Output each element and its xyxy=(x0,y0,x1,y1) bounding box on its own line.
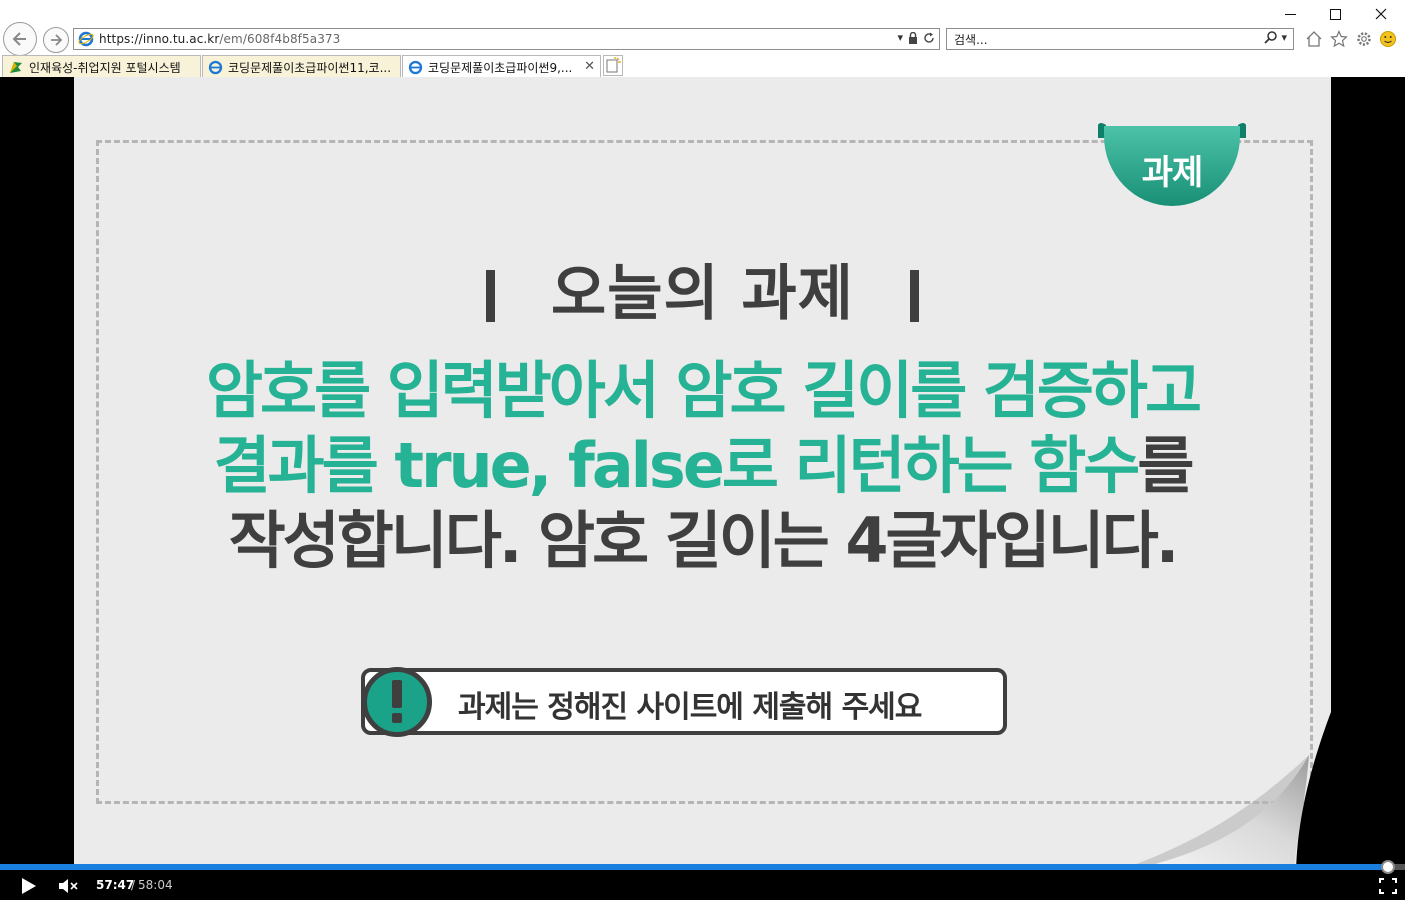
tab-bar: 인재육성-취업지원 포털시스템 코딩문제풀이초급파이썬11,코... 코딩문제풀… xyxy=(0,53,1405,78)
total-time: 58:04 xyxy=(138,878,173,892)
tab-close-icon[interactable]: ✕ xyxy=(584,59,595,74)
new-tab-icon xyxy=(606,57,621,73)
search-dropdown-icon[interactable]: ▾ xyxy=(1281,31,1287,44)
address-bar[interactable]: https://inno.tu.ac.kr/em/608f4b8f5a373 ▾ xyxy=(73,28,940,50)
search-icon[interactable] xyxy=(1264,31,1278,44)
tab-python-9[interactable]: 코딩문제풀이초급파이썬9,... ✕ xyxy=(402,55,601,78)
video-player[interactable]: 과제 오늘의 과제 암호를 입력받아서 암호 길이를 검증하고 결과를 true… xyxy=(0,77,1405,900)
heading-bar-right xyxy=(909,270,919,322)
gear-icon xyxy=(1357,32,1371,46)
fullscreen-icon[interactable] xyxy=(1379,878,1397,894)
assignment-line-3: 작성합니다. 암호 길이는 4글자입니다. xyxy=(228,504,1180,577)
address-url: https://inno.tu.ac.kr/em/608f4b8f5a373 xyxy=(99,32,340,46)
heading-bar-left xyxy=(486,270,496,322)
smiley-icon xyxy=(1380,31,1396,47)
home-icon xyxy=(1306,31,1322,47)
star-icon xyxy=(1330,30,1348,48)
portal-logo-icon xyxy=(10,62,22,73)
ie-icon xyxy=(78,31,94,47)
favorites-button[interactable] xyxy=(1329,29,1349,49)
refresh-icon[interactable] xyxy=(923,32,935,44)
play-icon[interactable] xyxy=(18,876,40,896)
address-prefix: https:// xyxy=(99,32,143,46)
close-icon xyxy=(1375,8,1387,20)
search-input[interactable]: 검색... ▾ xyxy=(946,28,1294,50)
task-badge-label: 과제 xyxy=(1141,153,1204,193)
address-dropdown-icon[interactable]: ▾ xyxy=(897,31,903,44)
lock-icon[interactable] xyxy=(908,31,918,44)
address-path: /em/608f4b8f5a373 xyxy=(219,32,341,46)
slide-heading: 오늘의 과제 xyxy=(74,245,1331,332)
page-curl-decoration xyxy=(1136,712,1331,864)
tab-label: 코딩문제풀이초급파이썬11,코... xyxy=(228,60,392,75)
search-placeholder: 검색... xyxy=(954,32,988,47)
minimize-button[interactable] xyxy=(1267,0,1313,28)
notice-text: 과제는 정해진 사이트에 제출해 주세요 xyxy=(458,690,922,725)
ie-icon xyxy=(408,60,423,74)
address-host: inno.tu.ac.kr xyxy=(142,32,220,46)
forward-icon xyxy=(51,34,63,46)
tab-python-11[interactable]: 코딩문제풀이초급파이썬11,코... xyxy=(202,55,401,78)
mute-icon[interactable] xyxy=(57,876,81,896)
back-button[interactable] xyxy=(3,22,37,56)
heading-text: 오늘의 과제 xyxy=(551,259,854,329)
minimize-icon xyxy=(1284,13,1296,15)
exclamation-icon xyxy=(362,667,432,737)
tab-portal[interactable]: 인재육성-취업지원 포털시스템 xyxy=(2,55,201,78)
close-window-button[interactable] xyxy=(1358,0,1404,28)
back-icon xyxy=(12,32,26,46)
time-separator: / xyxy=(131,878,136,892)
maximize-button[interactable] xyxy=(1312,0,1358,28)
ie-icon xyxy=(208,60,223,74)
progress-handle[interactable] xyxy=(1381,860,1395,874)
tab-label: 인재육성-취업지원 포털시스템 xyxy=(29,60,181,75)
tab-label: 코딩문제풀이초급파이썬9,... xyxy=(428,60,573,75)
feedback-button[interactable] xyxy=(1378,29,1398,49)
home-button[interactable] xyxy=(1304,29,1324,49)
new-tab-button[interactable] xyxy=(603,55,623,76)
forward-button[interactable] xyxy=(43,27,69,53)
maximize-icon xyxy=(1329,8,1341,20)
current-time: 57:47 xyxy=(96,878,135,892)
lecture-slide: 과제 오늘의 과제 암호를 입력받아서 암호 길이를 검증하고 결과를 true… xyxy=(74,77,1331,864)
progress-bar[interactable] xyxy=(0,864,1391,870)
settings-button[interactable] xyxy=(1354,29,1374,49)
